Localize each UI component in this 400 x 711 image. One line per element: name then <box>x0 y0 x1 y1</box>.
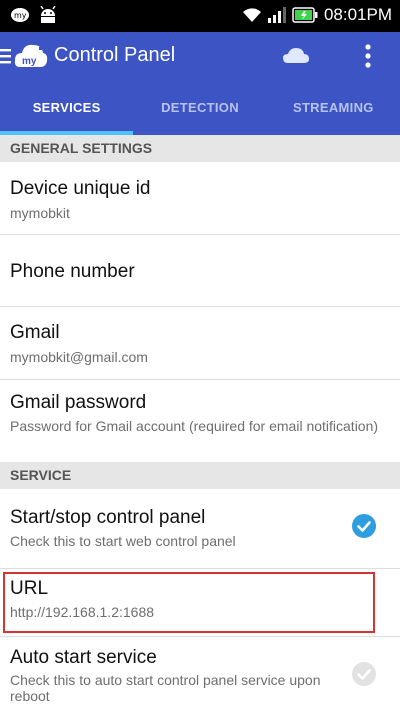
pref-gmail-password[interactable]: Gmail password Password for Gmail accoun… <box>0 380 400 462</box>
pref-start-stop-summary: Check this to start web control panel <box>10 533 236 549</box>
pref-gmail-summary: mymobkit@gmail.com <box>10 349 148 365</box>
check-icon <box>357 669 371 680</box>
page-title: Control Panel <box>54 44 176 66</box>
tab-detection-label: DETECTION <box>161 100 239 115</box>
auto-start-checkbox[interactable] <box>352 662 376 686</box>
pref-start-stop-title: Start/stop control panel <box>10 507 206 528</box>
pref-device-id[interactable]: Device unique id mymobkit <box>0 162 400 235</box>
pref-gmail[interactable]: Gmail mymobkit@gmail.com <box>0 307 400 380</box>
pref-device-id-summary: mymobkit <box>10 205 70 221</box>
pref-gmail-password-summary: Password for Gmail account (required for… <box>10 418 379 434</box>
section-header-service: SERVICE <box>0 462 400 489</box>
app-logo-icon[interactable]: my <box>14 41 48 71</box>
status-bar: my 08:01PM <box>0 0 400 32</box>
mymobkit-notification-icon: my <box>11 8 29 22</box>
app-bar: my Control Panel <box>0 32 400 81</box>
pref-url-summary: http://192.168.1.2:1688 <box>10 604 155 620</box>
check-icon <box>357 521 371 532</box>
start-stop-checkbox[interactable] <box>352 514 376 538</box>
wifi-icon <box>242 8 261 22</box>
pref-device-id-title: Device unique id <box>10 178 151 199</box>
pref-auto-start-summary: Check this to auto start control panel s… <box>10 672 321 704</box>
app-logo-text: my <box>22 56 37 67</box>
signal-icon <box>267 7 286 23</box>
pref-gmail-title: Gmail <box>10 322 60 343</box>
tab-bar: SERVICES DETECTION STREAMING <box>0 81 400 135</box>
tab-services-label: SERVICES <box>32 100 101 115</box>
cloud-icon[interactable] <box>282 45 310 67</box>
battery-charging-icon <box>292 7 318 23</box>
pref-url-title: URL <box>10 578 49 599</box>
tab-services[interactable]: SERVICES <box>0 81 134 135</box>
pref-start-stop[interactable]: Start/stop control panel Check this to s… <box>0 489 400 569</box>
android-icon <box>40 6 56 23</box>
pref-url[interactable]: URL http://192.168.1.2:1688 <box>0 569 400 637</box>
svg-text:my: my <box>14 11 27 20</box>
pref-phone-number-title: Phone number <box>10 261 135 282</box>
tab-detection[interactable]: DETECTION <box>133 81 266 135</box>
tab-streaming-label: STREAMING <box>292 100 374 115</box>
pref-gmail-password-title: Gmail password <box>10 392 147 413</box>
menu-icon[interactable] <box>0 47 14 65</box>
pref-auto-start[interactable]: Auto start service Check this to auto st… <box>0 637 400 711</box>
section-header-general: GENERAL SETTINGS <box>0 135 400 162</box>
tab-streaming[interactable]: STREAMING <box>267 81 400 135</box>
pref-phone-number[interactable]: Phone number <box>0 235 400 307</box>
pref-auto-start-title: Auto start service <box>10 647 157 668</box>
status-time: 08:01PM <box>323 5 392 24</box>
more-vert-icon[interactable] <box>358 42 378 70</box>
